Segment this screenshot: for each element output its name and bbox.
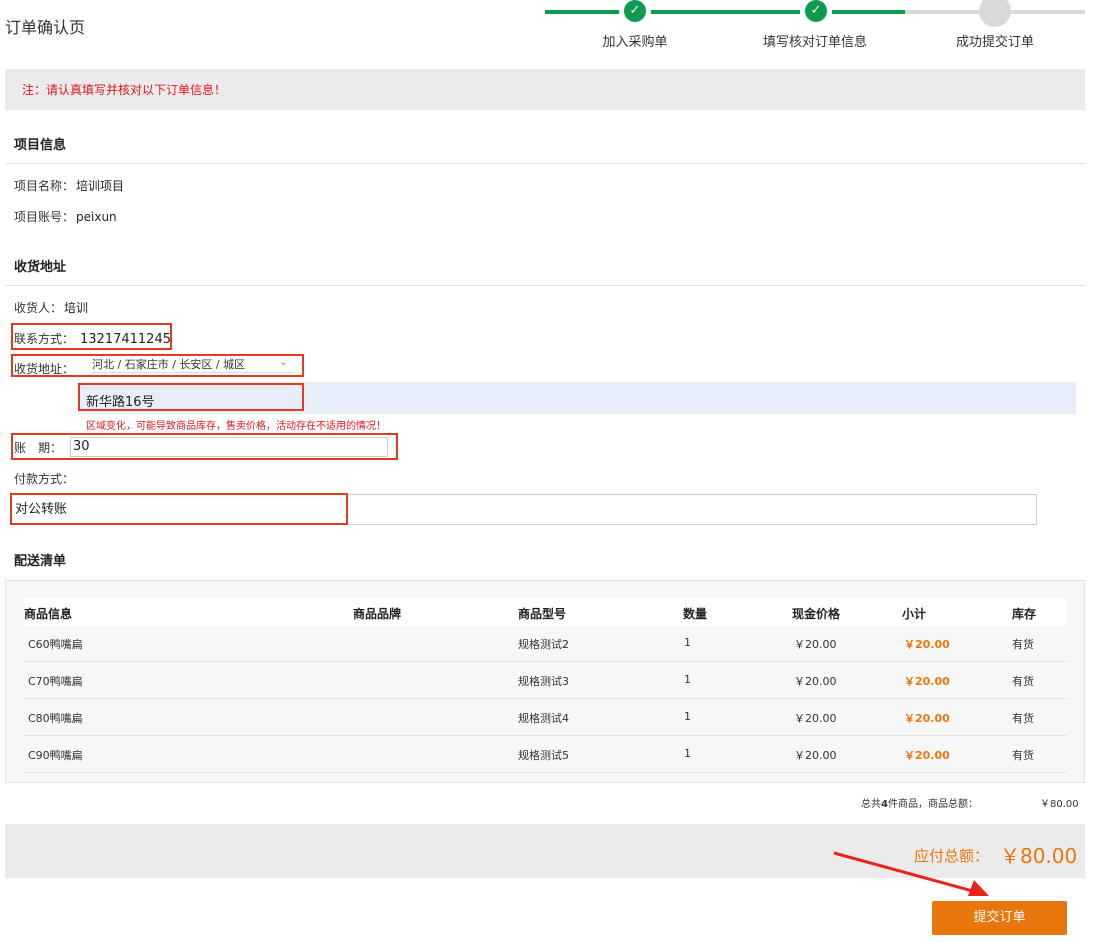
summary-prefix: 总共 [861, 799, 881, 810]
product-stock: 有货 [1012, 712, 1034, 725]
product-subtotal: ￥20.00 [904, 749, 950, 762]
highlight-box-region [11, 354, 304, 377]
region-warning-text: 区域变化，可能导致商品库存，售卖价格，活动存在不适用的情况！ [86, 421, 386, 432]
product-stock: 有货 [1012, 675, 1034, 688]
step-3-label: 成功提交订单 [955, 35, 1035, 50]
divider [5, 163, 1085, 164]
summary-text: 总共4件商品，商品总额： [861, 795, 978, 810]
project-account-value: peixun [76, 210, 117, 224]
table-row: C90鸭嘴扁 规格测试5 1 ￥20.00 ￥20.00 有货 [24, 736, 1067, 773]
progress-line-complete [545, 10, 905, 14]
product-subtotal: ￥20.00 [904, 712, 950, 725]
col-header: 库存 [1012, 607, 1037, 621]
product-stock: 有货 [1012, 638, 1034, 651]
receiver-value: 培训 [64, 301, 89, 315]
col-header: 数量 [683, 607, 708, 621]
highlight-box-contact [11, 323, 172, 350]
col-header: 商品信息 [24, 607, 73, 621]
table-header: 商品信息 商品品牌 商品型号 数量 现金价格 小计 库存 [24, 599, 1067, 625]
project-name-value: 培训项目 [76, 179, 125, 193]
product-model: 规格测试5 [518, 749, 569, 762]
highlight-box-payment [10, 493, 348, 525]
order-progress-stepper: ✓ ✓ 加入采购单 填写核对订单信息 成功提交订单 [545, 0, 1085, 55]
product-qty: 1 [684, 747, 691, 760]
product-subtotal: ￥20.00 [904, 638, 950, 651]
divider [5, 285, 1085, 286]
total-amount: ￥80.00 [1000, 844, 1078, 868]
product-name: C70鸭嘴扁 [28, 675, 83, 688]
product-name: C60鸭嘴扁 [28, 638, 83, 651]
step-1-label: 加入采购单 [602, 35, 668, 50]
receiver-row: 收货人： 培训 [14, 299, 88, 316]
check-icon: ✓ [805, 0, 827, 22]
annotation-arrow-icon [833, 851, 989, 896]
project-section-title: 项目信息 [14, 138, 67, 153]
project-name-row: 项目名称： 培训项目 [14, 177, 124, 194]
summary-amount: ￥80.00 [1040, 799, 1079, 810]
highlight-box-street [78, 383, 304, 411]
table-row: C70鸭嘴扁 规格测试3 1 ￥20.00 ￥20.00 有货 [24, 662, 1067, 699]
product-price: ￥20.00 [794, 712, 837, 725]
product-qty: 1 [684, 636, 691, 649]
summary-suffix: 件商品，商品总额： [887, 799, 978, 810]
check-icon: ✓ [624, 0, 646, 22]
product-qty: 1 [684, 710, 691, 723]
step-2-label: 填写核对订单信息 [762, 35, 868, 50]
product-qty: 1 [684, 673, 691, 686]
table-row: C80鸭嘴扁 规格测试4 1 ￥20.00 ￥20.00 有货 [24, 699, 1067, 736]
col-header: 商品型号 [518, 607, 567, 621]
highlight-box-period [11, 433, 398, 460]
page-title: 订单确认页 [5, 18, 86, 37]
table-row: C60鸭嘴扁 规格测试2 1 ￥20.00 ￥20.00 有货 [24, 625, 1067, 662]
product-price: ￥20.00 [794, 749, 837, 762]
step-2-dot: ✓ [800, 0, 832, 27]
product-model: 规格测试2 [518, 638, 569, 651]
col-header: 商品品牌 [353, 607, 402, 621]
product-subtotal: ￥20.00 [904, 675, 950, 688]
col-header: 现金价格 [792, 607, 841, 621]
product-model: 规格测试4 [518, 712, 569, 725]
delivery-section-title: 配送清单 [14, 554, 67, 569]
step-3-dot [979, 0, 1011, 27]
col-header: 小计 [902, 607, 927, 621]
step-1-dot: ✓ [619, 0, 651, 27]
product-name: C90鸭嘴扁 [28, 749, 83, 762]
summary-count: 4 [881, 799, 888, 810]
receiver-label: 收货人： [14, 301, 63, 315]
notice-text: 注：请认真填写并核对以下订单信息！ [22, 83, 227, 97]
product-stock: 有货 [1012, 749, 1034, 762]
address-section-title: 收货地址 [14, 260, 67, 275]
project-account-row: 项目账号： peixun [14, 208, 117, 225]
delivery-table: 商品信息 商品品牌 商品型号 数量 现金价格 小计 库存 C60鸭嘴扁 规格测试… [5, 580, 1085, 783]
project-name-label: 项目名称： [14, 179, 75, 193]
product-price: ￥20.00 [794, 638, 837, 651]
payment-label: 付款方式： [14, 472, 75, 486]
product-price: ￥20.00 [794, 675, 837, 688]
project-account-label: 项目账号： [14, 210, 75, 224]
notice-banner: 注：请认真填写并核对以下订单信息！ [5, 69, 1085, 110]
product-name: C80鸭嘴扁 [28, 712, 83, 725]
product-model: 规格测试3 [518, 675, 569, 688]
submit-order-button[interactable]: 提交订单 [932, 901, 1067, 935]
